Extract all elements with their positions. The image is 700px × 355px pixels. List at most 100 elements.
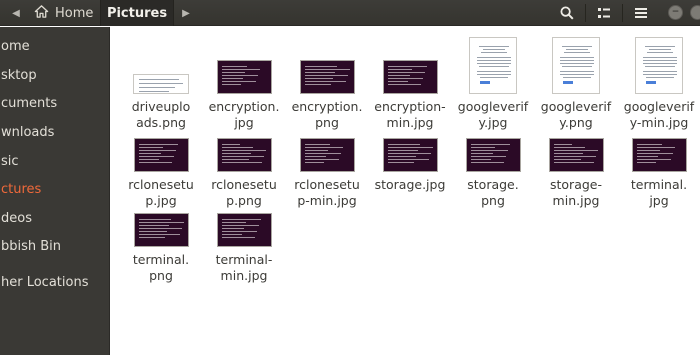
sidebar-item-videos[interactable]: deos	[0, 205, 110, 231]
file-name-line: encryption-	[374, 99, 446, 114]
file-item[interactable]: terminal. png	[120, 209, 202, 284]
file-thumbnail-area	[120, 209, 202, 247]
document-thumbnail-icon	[469, 37, 517, 94]
file-thumbnail-area	[535, 37, 617, 94]
file-name-line: min.jpg	[552, 193, 600, 208]
file-name: terminal. jpg	[618, 177, 700, 209]
file-name: driveuplo ads.png	[120, 99, 202, 131]
file-thumbnail-area	[203, 134, 285, 172]
file-name-line: jpg	[649, 193, 669, 208]
sidebar-item-pictures[interactable]: ctures	[0, 176, 110, 202]
file-thumbnail-area	[203, 37, 285, 94]
file-name-line: y.png	[559, 115, 593, 130]
sidebar: ome sktop cuments wnloads sic ctures deo…	[0, 27, 110, 355]
file-thumbnail-area	[120, 37, 202, 94]
file-name-line: y-min.jpg	[629, 115, 689, 130]
maximize-button[interactable]	[690, 5, 700, 20]
sidebar-item-home[interactable]: ome	[0, 33, 110, 59]
breadcrumb-home-label: Home	[55, 5, 94, 21]
file-name-line: p.png	[226, 193, 262, 208]
file-item[interactable]: encryption. png	[286, 37, 368, 131]
file-item[interactable]: rclonesetu p.jpg	[120, 134, 202, 209]
file-name: rclonesetu p.jpg	[120, 177, 202, 209]
hamburger-menu-icon	[635, 8, 647, 18]
file-item[interactable]: encryption. jpg	[203, 37, 285, 131]
sidebar-item-music[interactable]: sic	[0, 148, 110, 174]
file-item[interactable]: storage-min.jpg	[535, 134, 617, 209]
minimize-button[interactable]: −	[668, 5, 683, 20]
search-button[interactable]	[549, 0, 585, 26]
sidebar-item-label: ome	[1, 38, 30, 54]
sidebar-item-label: bbish Bin	[1, 238, 62, 254]
file-name-line: min.jpg	[220, 268, 268, 283]
list-view-icon	[598, 8, 610, 18]
file-thumbnail-area	[286, 37, 368, 94]
file-name-line: storage.jpg	[374, 177, 446, 192]
file-thumbnail-area	[535, 134, 617, 172]
file-name: googleverif y.jpg	[452, 99, 534, 131]
forward-button[interactable]: ▶	[176, 0, 196, 26]
terminal-thumbnail-icon	[299, 138, 355, 172]
terminal-thumbnail-icon	[631, 138, 687, 172]
file-name-line: encryption.	[208, 99, 280, 114]
file-thumbnail-area	[286, 134, 368, 172]
view-toggle-button[interactable]	[586, 0, 622, 26]
file-name-line: storage.	[467, 177, 519, 192]
file-name-line: terminal.	[630, 177, 688, 192]
file-item[interactable]: terminal-min.jpg	[203, 209, 285, 284]
sidebar-item-documents[interactable]: cuments	[0, 90, 110, 116]
file-name-line: jpg	[234, 115, 254, 130]
sidebar-item-label: deos	[1, 210, 32, 226]
file-name-line: encryption.	[291, 99, 363, 114]
file-name-line: rclonesetu	[128, 177, 194, 192]
file-thumbnail-area	[452, 37, 534, 94]
sidebar-item-downloads[interactable]: wnloads	[0, 119, 110, 145]
file-item[interactable]: rclonesetu p.png	[203, 134, 285, 209]
file-thumbnail-area	[120, 134, 202, 172]
home-icon	[34, 4, 49, 23]
back-button[interactable]: ◀	[6, 0, 26, 26]
file-name-line: googleverif	[457, 99, 529, 114]
file-name-line: ads.png	[136, 115, 186, 130]
sidebar-item-label: wnloads	[1, 124, 55, 140]
menu-button[interactable]	[623, 0, 659, 26]
sidebar-item-rubbish-bin[interactable]: bbish Bin	[0, 233, 110, 259]
breadcrumb-pictures-label: Pictures	[106, 5, 168, 21]
sidebar-item-label: sic	[1, 153, 19, 169]
file-item[interactable]: storage. png	[452, 134, 534, 209]
terminal-thumbnail-icon	[133, 213, 189, 247]
file-name: terminal. png	[120, 252, 202, 284]
file-name: encryption. jpg	[203, 99, 285, 131]
file-item[interactable]: terminal. jpg	[618, 134, 700, 209]
sidebar-item-desktop[interactable]: sktop	[0, 62, 110, 88]
file-name-line: min.jpg	[386, 115, 434, 130]
file-thumbnail-area	[369, 37, 451, 94]
file-name-line: rclonesetu	[211, 177, 277, 192]
file-name: encryption-min.jpg	[369, 99, 451, 131]
file-item[interactable]: googleverif y.png	[535, 37, 617, 131]
file-name: rclonesetu p.png	[203, 177, 285, 209]
file-name: rclonesetu p-min.jpg	[286, 177, 368, 209]
file-item[interactable]: googleverif y.jpg	[452, 37, 534, 131]
sidebar-item-label: ctures	[1, 181, 42, 197]
file-item[interactable]: driveuplo ads.png	[120, 37, 202, 131]
search-icon	[560, 6, 574, 20]
file-name-line: storage-	[550, 177, 602, 192]
file-thumbnail-area	[369, 134, 451, 172]
file-name: storage. png	[452, 177, 534, 209]
sidebar-item-other-locations[interactable]: her Locations	[0, 269, 110, 295]
breadcrumb-pictures[interactable]: Pictures	[100, 0, 174, 26]
file-item[interactable]: rclonesetu p-min.jpg	[286, 134, 368, 209]
file-name: storage-min.jpg	[535, 177, 617, 209]
file-item[interactable]: encryption-min.jpg	[369, 37, 451, 131]
document-thumbnail-icon	[133, 74, 189, 94]
file-item[interactable]: googleverif y-min.jpg	[618, 37, 700, 131]
document-thumbnail-icon	[552, 37, 600, 94]
file-thumbnail-area	[203, 209, 285, 247]
file-item[interactable]: storage.jpg	[369, 134, 451, 193]
file-name-line: png	[315, 115, 339, 130]
terminal-thumbnail-icon	[548, 138, 604, 172]
breadcrumb-home[interactable]: Home	[26, 0, 99, 26]
terminal-thumbnail-icon	[216, 138, 272, 172]
terminal-thumbnail-icon	[382, 138, 438, 172]
